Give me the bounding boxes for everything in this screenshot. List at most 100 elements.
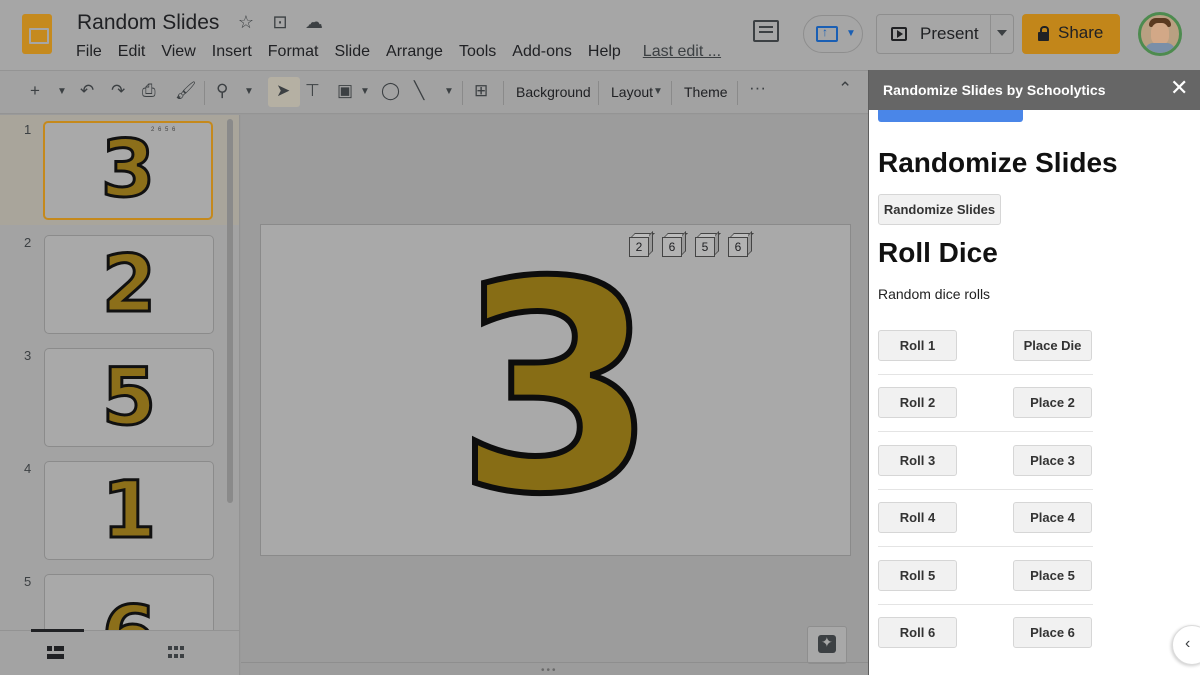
zoom-icon[interactable]: ⚲ <box>216 81 228 101</box>
scrolled-button-edge[interactable] <box>878 110 1023 122</box>
chevron-down-icon: ▼ <box>846 28 856 39</box>
roll-4-button[interactable]: Roll 4 <box>878 502 957 533</box>
share-label: Share <box>1058 23 1104 42</box>
move-folder-icon[interactable]: ⊡ <box>270 12 290 33</box>
image-chevron-icon[interactable]: ▼ <box>360 86 370 97</box>
grid-view-icon[interactable] <box>168 646 184 660</box>
menu-file[interactable]: File <box>76 43 102 61</box>
present-icon <box>891 27 907 41</box>
new-slide-icon[interactable]: + <box>30 81 40 101</box>
toolbar: + ▼ ↶ ↷ ⎙ 🖌 ⚲ ▼ ➤ ⊤ ▣ ▼ ◯ ╲ ▼ ⊞ Backgrou… <box>0 70 868 114</box>
roll-1-button[interactable]: Roll 1 <box>878 330 957 361</box>
line-icon[interactable]: ╲ <box>414 81 424 101</box>
explore-icon <box>818 634 836 653</box>
avatar-body <box>1145 43 1175 53</box>
thumbnail-digit: 2 <box>100 240 157 330</box>
roll-dice-subtitle: Random dice rolls <box>878 286 991 302</box>
menu-view[interactable]: View <box>161 43 195 61</box>
document-title[interactable]: Random Slides <box>77 11 219 35</box>
menu-help[interactable]: Help <box>588 43 621 61</box>
place-6-button[interactable]: Place 6 <box>1013 617 1092 648</box>
toolbar-divider <box>462 81 463 105</box>
slide-filmstrip: 1 2 6 5 6 3 2 2 3 5 4 1 5 6 <box>0 115 240 675</box>
filmstrip-view-icon[interactable] <box>47 646 64 659</box>
menu-edit[interactable]: Edit <box>118 43 146 61</box>
place-3-button[interactable]: Place 3 <box>1013 445 1092 476</box>
slides-logo-icon[interactable] <box>22 14 52 54</box>
row-divider <box>878 431 1093 432</box>
roll-5-button[interactable]: Roll 5 <box>878 560 957 591</box>
row-divider <box>878 604 1093 605</box>
print-icon[interactable]: ⎙ <box>142 81 156 101</box>
slide-thumbnail-3[interactable]: 5 <box>44 348 214 447</box>
place-die-button[interactable]: Place Die <box>1013 330 1092 361</box>
background-button[interactable]: Background <box>516 84 591 100</box>
slide-thumbnail-1[interactable]: 2 6 5 6 3 <box>43 121 213 220</box>
present-options-chevron-icon[interactable] <box>997 30 1007 36</box>
slide-number: 1 <box>24 122 32 137</box>
menu-arrange[interactable]: Arrange <box>386 43 443 61</box>
add-comment-icon[interactable]: ⊞ <box>474 81 488 101</box>
filmstrip-scrollbar[interactable] <box>227 119 233 503</box>
filmstrip-footer <box>0 629 239 675</box>
place-4-button[interactable]: Place 4 <box>1013 502 1092 533</box>
share-button[interactable]: Share <box>1022 14 1120 54</box>
sidebar-title: Randomize Slides by Schoolytics <box>883 82 1106 98</box>
current-slide[interactable]: 2 6 5 6 3 <box>260 224 851 556</box>
toolbar-divider <box>671 81 672 105</box>
slide-thumbnail-4[interactable]: 1 <box>44 461 214 560</box>
zoom-chevron-icon[interactable]: ▼ <box>244 86 254 97</box>
place-2-button[interactable]: Place 2 <box>1013 387 1092 418</box>
app-header: Random Slides ☆ ⊡ ☁ File Edit View Inser… <box>0 0 1200 70</box>
speaker-notes-drag-handle[interactable]: ••• <box>541 665 558 675</box>
undo-icon[interactable]: ↶ <box>80 81 94 101</box>
redo-icon[interactable]: ↷ <box>111 81 125 101</box>
present-button[interactable]: Present <box>876 14 1014 54</box>
image-icon[interactable]: ▣ <box>337 81 353 101</box>
roll-3-button[interactable]: Roll 3 <box>878 445 957 476</box>
avatar[interactable] <box>1138 12 1182 56</box>
comment-history-icon[interactable] <box>753 20 779 42</box>
last-edit-link[interactable]: Last edit ... <box>643 43 721 61</box>
select-cursor-icon[interactable]: ➤ <box>276 81 290 101</box>
roll-6-button[interactable]: Roll 6 <box>878 617 957 648</box>
toolbar-divider <box>503 81 504 105</box>
randomize-slides-button[interactable]: Randomize Slides <box>878 194 1001 225</box>
shape-icon[interactable]: ◯ <box>381 81 400 101</box>
toolbar-divider <box>598 81 599 105</box>
slide-number: 2 <box>24 235 32 250</box>
menu-bar: File Edit View Insert Format Slide Arran… <box>76 43 737 61</box>
addon-sidebar: Randomize Slides by Schoolytics ✕ Random… <box>868 70 1200 675</box>
slide-number-graphic[interactable]: 3 <box>261 242 852 538</box>
new-slide-layout-chevron-icon[interactable]: ▼ <box>57 86 67 97</box>
slide-number: 3 <box>24 348 32 363</box>
paint-format-icon[interactable]: 🖌 <box>175 81 197 101</box>
menu-slide[interactable]: Slide <box>334 43 370 61</box>
layout-button[interactable]: Layout <box>611 84 653 100</box>
line-chevron-icon[interactable]: ▼ <box>444 86 454 97</box>
roll-dice-heading: Roll Dice <box>878 237 998 268</box>
menu-format[interactable]: Format <box>268 43 319 61</box>
slide-thumbnail-2[interactable]: 2 <box>44 235 214 334</box>
star-icon[interactable]: ☆ <box>236 12 256 33</box>
row-divider <box>878 374 1093 375</box>
chevron-left-icon: ‹ <box>1185 635 1191 652</box>
place-5-button[interactable]: Place 5 <box>1013 560 1092 591</box>
menu-addons[interactable]: Add-ons <box>512 43 572 61</box>
collapse-toolbar-chevron-up-icon[interactable]: ⌃ <box>838 79 852 99</box>
close-icon[interactable]: ✕ <box>1170 77 1188 99</box>
explore-button[interactable] <box>807 626 847 664</box>
menu-insert[interactable]: Insert <box>212 43 252 61</box>
cloud-status-icon[interactable]: ☁ <box>304 12 324 33</box>
row-divider <box>878 489 1093 490</box>
layout-chevron-icon[interactable]: ▼ <box>653 86 663 97</box>
text-box-icon[interactable]: ⊤ <box>305 81 320 101</box>
toolbar-divider <box>737 81 738 105</box>
menu-tools[interactable]: Tools <box>459 43 496 61</box>
upload-menu-button[interactable]: ▼ <box>803 15 863 53</box>
thumbnail-digit: 5 <box>100 353 157 443</box>
theme-button[interactable]: Theme <box>684 84 728 100</box>
roll-2-button[interactable]: Roll 2 <box>878 387 957 418</box>
toolbar-divider <box>204 81 205 105</box>
more-options-icon[interactable]: ··· <box>749 78 766 98</box>
